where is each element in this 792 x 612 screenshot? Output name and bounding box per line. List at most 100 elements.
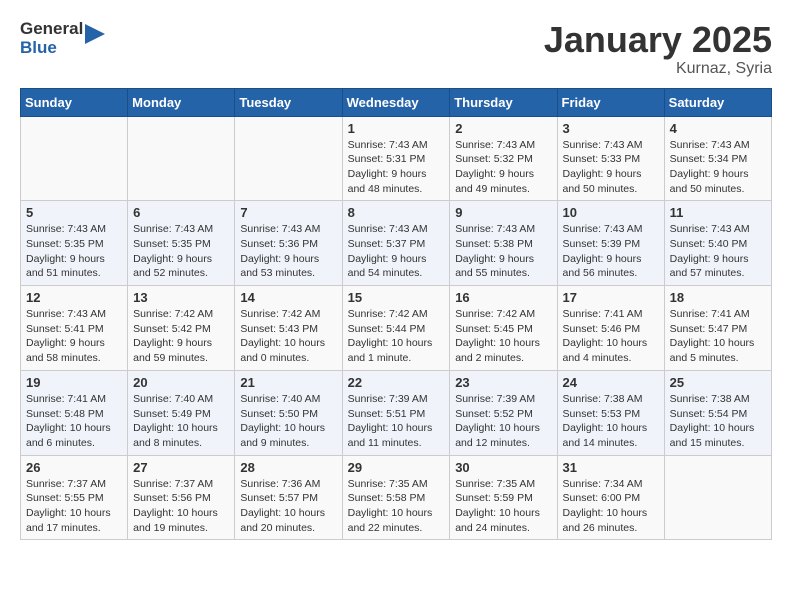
day-number: 8 — [348, 205, 445, 220]
day-number: 15 — [348, 290, 445, 305]
day-info: Sunrise: 7:37 AMSunset: 5:56 PMDaylight:… — [133, 477, 229, 536]
day-info: Sunrise: 7:43 AMSunset: 5:35 PMDaylight:… — [26, 222, 122, 281]
day-number: 11 — [670, 205, 766, 220]
day-info: Sunrise: 7:35 AMSunset: 5:58 PMDaylight:… — [348, 477, 445, 536]
logo: General Blue — [20, 20, 105, 57]
calendar-cell: 31 Sunrise: 7:34 AMSunset: 6:00 PMDaylig… — [557, 455, 664, 540]
day-info: Sunrise: 7:41 AMSunset: 5:48 PMDaylight:… — [26, 392, 122, 451]
calendar-cell — [664, 455, 771, 540]
calendar-cell: 10 Sunrise: 7:43 AMSunset: 5:39 PMDaylig… — [557, 201, 664, 286]
day-number: 3 — [563, 121, 659, 136]
day-number: 19 — [26, 375, 122, 390]
day-info: Sunrise: 7:41 AMSunset: 5:47 PMDaylight:… — [670, 307, 766, 366]
day-number: 27 — [133, 460, 229, 475]
calendar-cell: 22 Sunrise: 7:39 AMSunset: 5:51 PMDaylig… — [342, 370, 450, 455]
calendar-cell: 29 Sunrise: 7:35 AMSunset: 5:58 PMDaylig… — [342, 455, 450, 540]
day-info: Sunrise: 7:35 AMSunset: 5:59 PMDaylight:… — [455, 477, 551, 536]
day-info: Sunrise: 7:39 AMSunset: 5:52 PMDaylight:… — [455, 392, 551, 451]
calendar-cell: 16 Sunrise: 7:42 AMSunset: 5:45 PMDaylig… — [450, 286, 557, 371]
day-number: 1 — [348, 121, 445, 136]
day-info: Sunrise: 7:43 AMSunset: 5:39 PMDaylight:… — [563, 222, 659, 281]
day-info: Sunrise: 7:40 AMSunset: 5:50 PMDaylight:… — [240, 392, 336, 451]
calendar-week-row: 5 Sunrise: 7:43 AMSunset: 5:35 PMDayligh… — [21, 201, 772, 286]
calendar-cell — [235, 116, 342, 201]
calendar-cell: 24 Sunrise: 7:38 AMSunset: 5:53 PMDaylig… — [557, 370, 664, 455]
day-info: Sunrise: 7:37 AMSunset: 5:55 PMDaylight:… — [26, 477, 122, 536]
calendar-cell: 13 Sunrise: 7:42 AMSunset: 5:42 PMDaylig… — [128, 286, 235, 371]
day-info: Sunrise: 7:43 AMSunset: 5:41 PMDaylight:… — [26, 307, 122, 366]
calendar-table: SundayMondayTuesdayWednesdayThursdayFrid… — [20, 88, 772, 541]
day-number: 16 — [455, 290, 551, 305]
day-number: 12 — [26, 290, 122, 305]
day-info: Sunrise: 7:43 AMSunset: 5:33 PMDaylight:… — [563, 138, 659, 197]
day-info: Sunrise: 7:43 AMSunset: 5:32 PMDaylight:… — [455, 138, 551, 197]
calendar-cell: 4 Sunrise: 7:43 AMSunset: 5:34 PMDayligh… — [664, 116, 771, 201]
weekday-header-saturday: Saturday — [664, 88, 771, 116]
day-info: Sunrise: 7:43 AMSunset: 5:35 PMDaylight:… — [133, 222, 229, 281]
calendar-cell — [128, 116, 235, 201]
day-number: 2 — [455, 121, 551, 136]
title-block: January 2025 Kurnaz, Syria — [544, 20, 772, 78]
day-info: Sunrise: 7:43 AMSunset: 5:31 PMDaylight:… — [348, 138, 445, 197]
day-info: Sunrise: 7:41 AMSunset: 5:46 PMDaylight:… — [563, 307, 659, 366]
day-number: 13 — [133, 290, 229, 305]
calendar-cell: 7 Sunrise: 7:43 AMSunset: 5:36 PMDayligh… — [235, 201, 342, 286]
weekday-header-sunday: Sunday — [21, 88, 128, 116]
calendar-cell: 17 Sunrise: 7:41 AMSunset: 5:46 PMDaylig… — [557, 286, 664, 371]
calendar-cell: 20 Sunrise: 7:40 AMSunset: 5:49 PMDaylig… — [128, 370, 235, 455]
day-number: 28 — [240, 460, 336, 475]
calendar-cell: 19 Sunrise: 7:41 AMSunset: 5:48 PMDaylig… — [21, 370, 128, 455]
weekday-header-friday: Friday — [557, 88, 664, 116]
day-number: 14 — [240, 290, 336, 305]
calendar-cell: 28 Sunrise: 7:36 AMSunset: 5:57 PMDaylig… — [235, 455, 342, 540]
calendar-header-row: SundayMondayTuesdayWednesdayThursdayFrid… — [21, 88, 772, 116]
calendar-cell: 27 Sunrise: 7:37 AMSunset: 5:56 PMDaylig… — [128, 455, 235, 540]
day-number: 20 — [133, 375, 229, 390]
day-number: 17 — [563, 290, 659, 305]
calendar-cell: 12 Sunrise: 7:43 AMSunset: 5:41 PMDaylig… — [21, 286, 128, 371]
day-number: 24 — [563, 375, 659, 390]
day-number: 5 — [26, 205, 122, 220]
day-number: 7 — [240, 205, 336, 220]
page-header: General Blue January 2025 Kurnaz, Syria — [20, 20, 772, 78]
day-info: Sunrise: 7:42 AMSunset: 5:44 PMDaylight:… — [348, 307, 445, 366]
calendar-week-row: 26 Sunrise: 7:37 AMSunset: 5:55 PMDaylig… — [21, 455, 772, 540]
calendar-cell: 25 Sunrise: 7:38 AMSunset: 5:54 PMDaylig… — [664, 370, 771, 455]
weekday-header-tuesday: Tuesday — [235, 88, 342, 116]
weekday-header-thursday: Thursday — [450, 88, 557, 116]
calendar-week-row: 1 Sunrise: 7:43 AMSunset: 5:31 PMDayligh… — [21, 116, 772, 201]
calendar-cell: 9 Sunrise: 7:43 AMSunset: 5:38 PMDayligh… — [450, 201, 557, 286]
day-number: 4 — [670, 121, 766, 136]
day-number: 30 — [455, 460, 551, 475]
day-info: Sunrise: 7:43 AMSunset: 5:37 PMDaylight:… — [348, 222, 445, 281]
day-info: Sunrise: 7:43 AMSunset: 5:34 PMDaylight:… — [670, 138, 766, 197]
month-title: January 2025 — [544, 20, 772, 60]
calendar-cell: 14 Sunrise: 7:42 AMSunset: 5:43 PMDaylig… — [235, 286, 342, 371]
day-info: Sunrise: 7:36 AMSunset: 5:57 PMDaylight:… — [240, 477, 336, 536]
day-info: Sunrise: 7:42 AMSunset: 5:42 PMDaylight:… — [133, 307, 229, 366]
day-info: Sunrise: 7:43 AMSunset: 5:40 PMDaylight:… — [670, 222, 766, 281]
day-info: Sunrise: 7:43 AMSunset: 5:38 PMDaylight:… — [455, 222, 551, 281]
day-info: Sunrise: 7:34 AMSunset: 6:00 PMDaylight:… — [563, 477, 659, 536]
calendar-week-row: 19 Sunrise: 7:41 AMSunset: 5:48 PMDaylig… — [21, 370, 772, 455]
day-number: 21 — [240, 375, 336, 390]
day-number: 31 — [563, 460, 659, 475]
day-info: Sunrise: 7:43 AMSunset: 5:36 PMDaylight:… — [240, 222, 336, 281]
calendar-cell: 26 Sunrise: 7:37 AMSunset: 5:55 PMDaylig… — [21, 455, 128, 540]
calendar-week-row: 12 Sunrise: 7:43 AMSunset: 5:41 PMDaylig… — [21, 286, 772, 371]
calendar-cell: 30 Sunrise: 7:35 AMSunset: 5:59 PMDaylig… — [450, 455, 557, 540]
day-number: 9 — [455, 205, 551, 220]
calendar-cell: 6 Sunrise: 7:43 AMSunset: 5:35 PMDayligh… — [128, 201, 235, 286]
day-info: Sunrise: 7:39 AMSunset: 5:51 PMDaylight:… — [348, 392, 445, 451]
weekday-header-wednesday: Wednesday — [342, 88, 450, 116]
calendar-cell — [21, 116, 128, 201]
calendar-cell: 8 Sunrise: 7:43 AMSunset: 5:37 PMDayligh… — [342, 201, 450, 286]
day-number: 10 — [563, 205, 659, 220]
day-info: Sunrise: 7:40 AMSunset: 5:49 PMDaylight:… — [133, 392, 229, 451]
day-info: Sunrise: 7:38 AMSunset: 5:53 PMDaylight:… — [563, 392, 659, 451]
day-number: 26 — [26, 460, 122, 475]
weekday-header-monday: Monday — [128, 88, 235, 116]
day-info: Sunrise: 7:42 AMSunset: 5:45 PMDaylight:… — [455, 307, 551, 366]
day-number: 23 — [455, 375, 551, 390]
calendar-cell: 5 Sunrise: 7:43 AMSunset: 5:35 PMDayligh… — [21, 201, 128, 286]
